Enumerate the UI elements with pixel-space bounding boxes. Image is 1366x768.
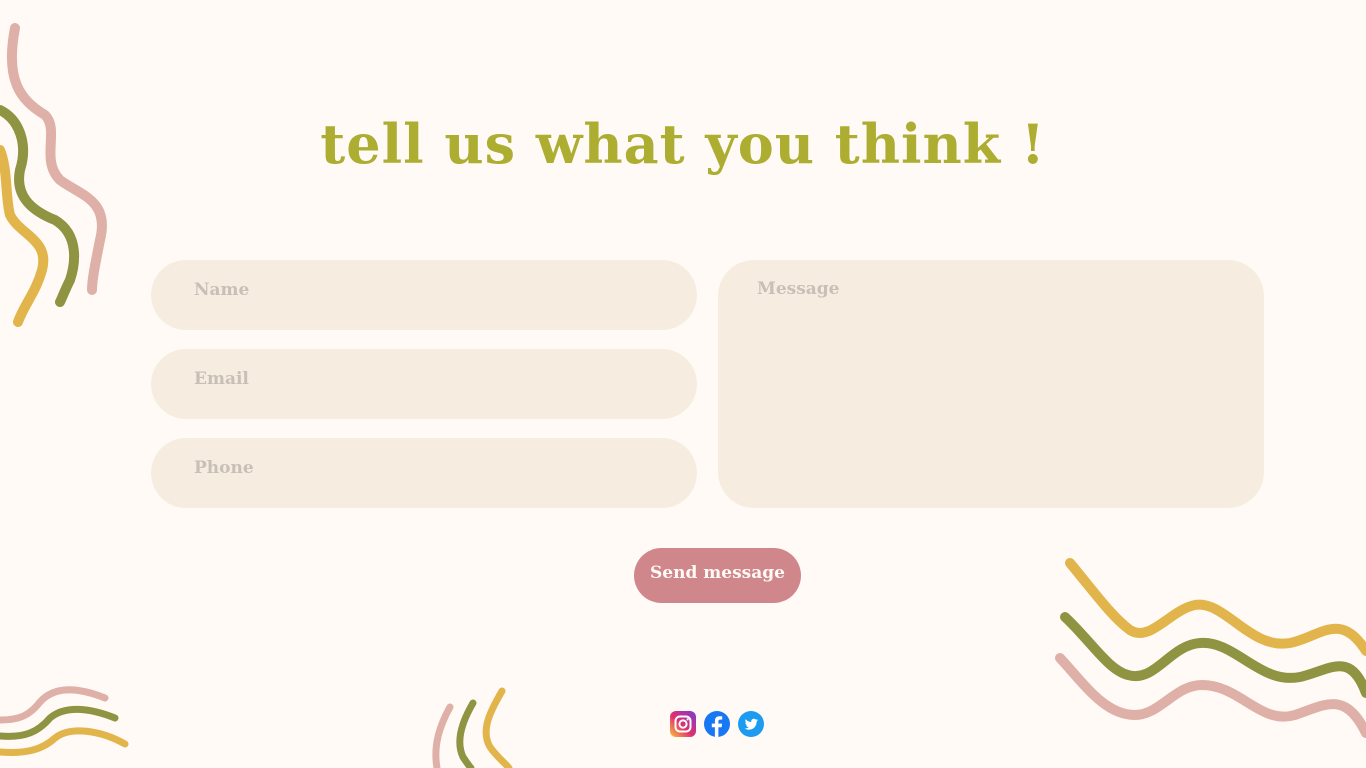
phone-field[interactable]: [151, 438, 697, 508]
instagram-icon: [670, 711, 696, 737]
contact-page: tell us what you think ! Send message: [0, 0, 1366, 768]
deco-line-mustard: [1065, 558, 1366, 656]
facebook-link[interactable]: [704, 711, 730, 737]
deco-line-pink: [432, 703, 454, 768]
instagram-link[interactable]: [670, 711, 696, 737]
wavy-lines-bottom-left-decoration: [0, 686, 129, 756]
wavy-lines-bottom-right-decoration: [1055, 558, 1366, 738]
deco-line-olive: [456, 699, 477, 768]
twitter-icon: [738, 711, 764, 737]
send-message-button[interactable]: Send message: [634, 548, 801, 603]
facebook-icon: [704, 711, 730, 737]
name-field[interactable]: [151, 260, 697, 330]
page-title: tell us what you think !: [320, 112, 1046, 176]
deco-line-mustard: [482, 687, 513, 768]
message-field[interactable]: [718, 260, 1264, 508]
email-field[interactable]: [151, 349, 697, 419]
twitter-link[interactable]: [738, 711, 764, 737]
social-links: [670, 711, 764, 737]
wavy-lines-bottom-center-decoration: [432, 687, 513, 768]
